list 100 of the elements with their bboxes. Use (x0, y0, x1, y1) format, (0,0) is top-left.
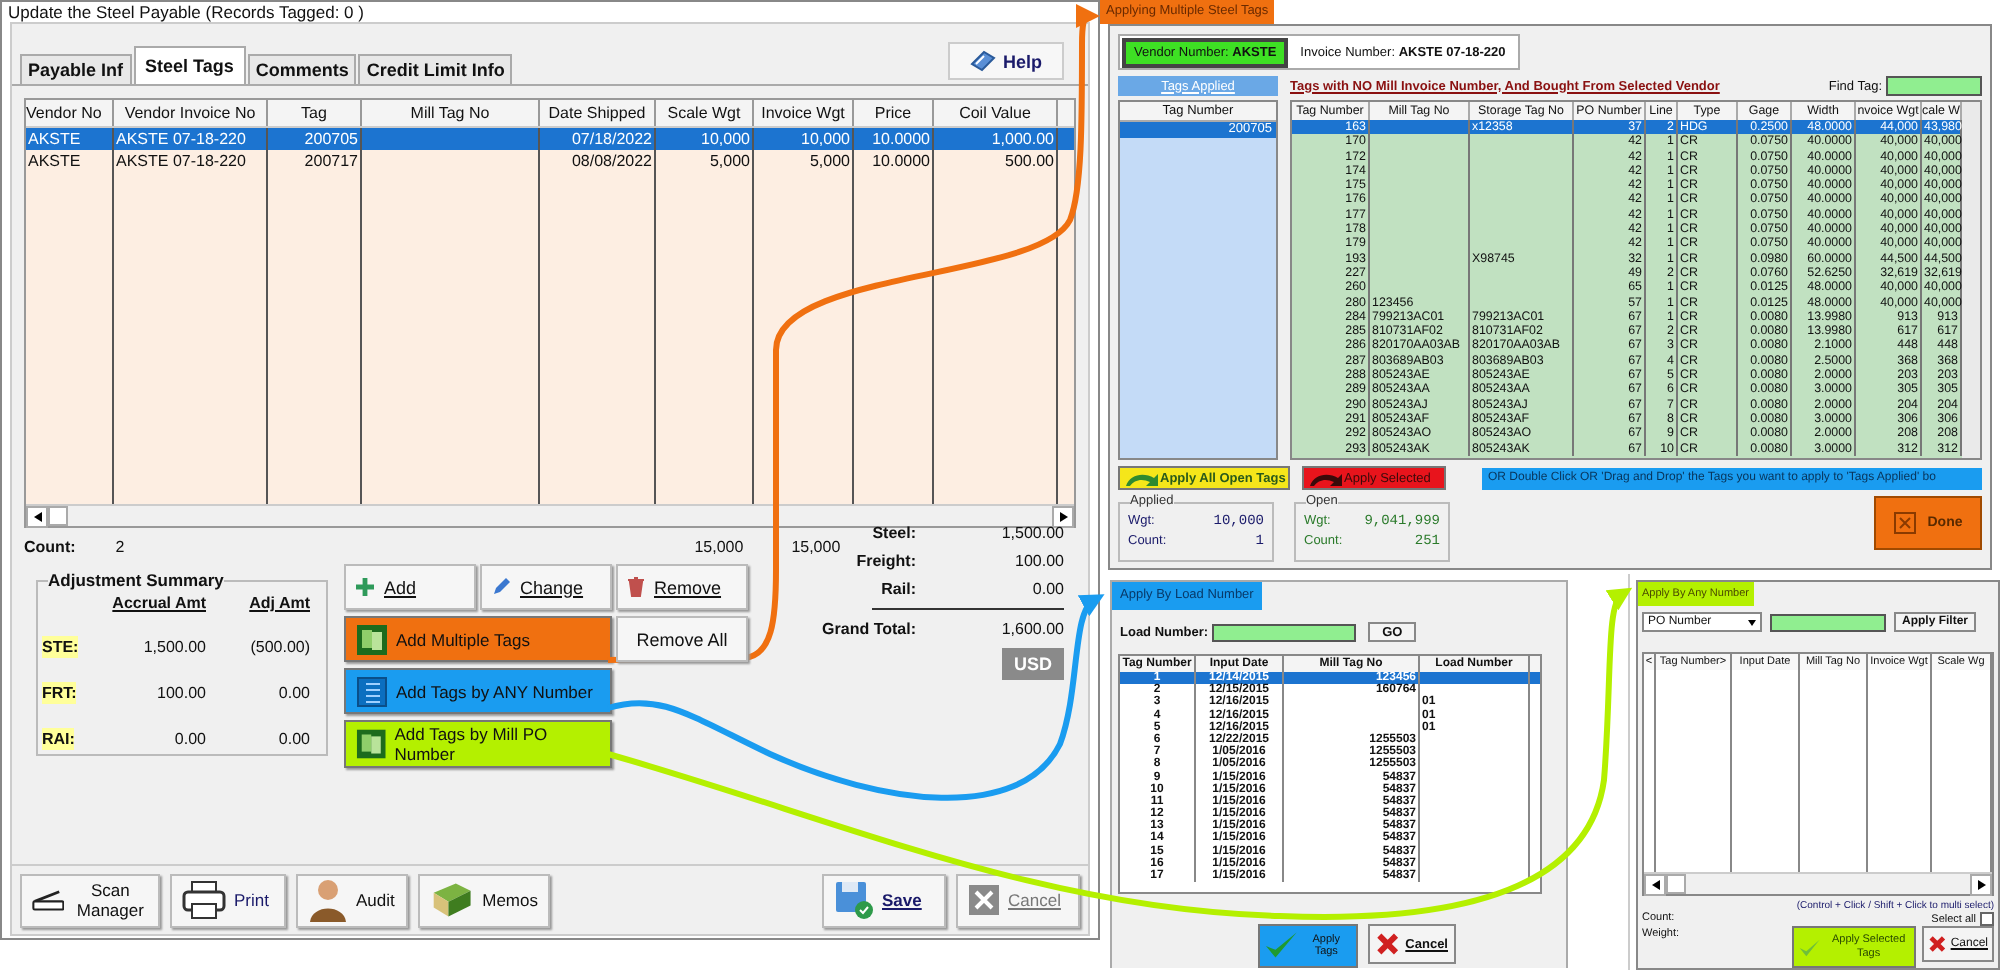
amount-text: 1,500.00 (141, 638, 206, 656)
total-label: Steel: (870, 524, 916, 542)
column-header[interactable]: Date Shipped (540, 100, 656, 126)
list-icon (356, 675, 388, 707)
grand-total-value: 1,600.00 (999, 620, 1064, 638)
left-triangle-icon (33, 511, 41, 521)
tab[interactable]: Payable Inf (20, 54, 132, 84)
plus-icon (354, 576, 376, 598)
load-number-field[interactable] (1212, 623, 1357, 641)
column-header[interactable]: Invoice Wgt (754, 100, 854, 126)
table-cell: 500.00 (1005, 152, 1054, 170)
vertical-scrollbar[interactable] (1962, 102, 1980, 458)
count-value: 2 (115, 537, 125, 555)
row-label: RAI: (42, 728, 75, 750)
any-number-button[interactable]: Add Tags by ANY Number (344, 668, 612, 714)
column-header[interactable]: Tag (268, 100, 362, 126)
scroll-right-button[interactable] (1970, 873, 1992, 895)
group-title: Adjustment Summary (48, 570, 224, 590)
left-triangle-icon (1651, 879, 1659, 889)
remove-button[interactable]: Remove (616, 564, 748, 610)
audit-button[interactable]: Audit (296, 873, 408, 927)
table-row[interactable]: AKSTE AKSTE 07-18-220 200705 07/18/2022 10,000 10,000 10.0000 1,000.00 (26, 128, 1074, 150)
column-header[interactable]: Mill Tag No (362, 100, 540, 126)
table-cell: AKSTE 07-18-220 (116, 130, 246, 148)
cancel-button[interactable]: Cancel (956, 873, 1080, 927)
amount-text: 0.00 (172, 730, 206, 748)
column-header[interactable]: Vendor Invoice No (114, 100, 268, 126)
column-header[interactable]: Coil Value (934, 100, 1058, 126)
table-cell: 5,000 (809, 152, 850, 170)
tab[interactable]: Steel Tags (133, 46, 246, 84)
grand-total-label: Grand Total: (820, 620, 916, 638)
table-cell: 10,000 (801, 130, 850, 148)
scale-total: 15,000 (694, 537, 744, 555)
scroll-left-button[interactable] (26, 505, 48, 527)
remove-all-button[interactable]: Remove All (616, 616, 748, 662)
invoice-total: 15,000 (791, 537, 841, 555)
horizontal-scrollbar[interactable] (1644, 872, 1992, 894)
window-title: Update the Steel Payable (Records Tagged: 0 ) (8, 2, 364, 22)
tab[interactable]: Comments (247, 54, 357, 84)
amount-text: 100.00 (155, 684, 206, 702)
horizontal-scrollbar[interactable] (26, 504, 1074, 526)
table-cell: AKSTE (28, 152, 81, 170)
tab[interactable]: Credit Limit Info (358, 54, 513, 84)
column-header[interactable]: Vendor No (26, 100, 114, 126)
help-button[interactable]: Help (948, 42, 1064, 80)
close-icon (1928, 932, 1947, 956)
close-icon (1376, 930, 1400, 958)
table-cell: 10,000 (701, 130, 750, 148)
table-cell: 10.0000 (872, 130, 930, 148)
scroll-right-button[interactable] (1052, 505, 1074, 527)
pencil-icon (490, 576, 512, 598)
total-value: 100.00 (1013, 552, 1064, 570)
mill-po-button[interactable]: Add Tags by Mill PO Number (344, 720, 612, 768)
dropdown-arrow-icon (1748, 619, 1756, 625)
table-row[interactable]: AKSTE AKSTE 07-18-220 200717 08/08/2022 5,000 5,000 10.0000 500.00 (26, 150, 1074, 172)
total-value: 1,500.00 (999, 524, 1064, 542)
column-header: Accrual Amt (110, 594, 206, 612)
filter-field[interactable] (1770, 613, 1886, 631)
person-icon (308, 878, 348, 922)
table-cell: 10.0000 (872, 152, 930, 170)
amount-text: (500.00) (248, 638, 310, 656)
amount-text: 0.00 (276, 684, 310, 702)
table-cell: 5,000 (709, 152, 750, 170)
select-all-checkbox[interactable] (1980, 912, 1994, 926)
total-label: Rail: (879, 580, 916, 598)
table-cell: 200717 (304, 152, 358, 170)
curved-arrow-icon (1124, 469, 1160, 487)
close-icon (1893, 512, 1916, 534)
total-value: 0.00 (1030, 580, 1064, 598)
find-tag-field[interactable] (1886, 76, 1982, 96)
scroll-thumb[interactable] (48, 506, 68, 526)
scroll-thumb[interactable] (1666, 874, 1686, 894)
total-label: Freight: (854, 552, 916, 570)
change-button[interactable]: Change (480, 564, 612, 610)
scan-button[interactable]: Scan Manager (20, 873, 160, 927)
memos-button[interactable]: Memos (418, 873, 550, 927)
row-label: FRT: (42, 682, 77, 704)
count-label: Count: (24, 537, 76, 555)
close-icon (968, 884, 1000, 916)
currency-badge: USD (1001, 648, 1064, 680)
right-triangle-icon (1977, 879, 1985, 889)
save-button[interactable]: Save (822, 873, 946, 927)
table-cell: AKSTE (28, 130, 81, 148)
table-cell: 07/18/2022 (571, 130, 652, 148)
scroll-left-button[interactable] (1644, 873, 1666, 895)
curved-arrow-icon (1308, 469, 1344, 487)
column-header[interactable]: Price (854, 100, 934, 126)
documents-icon (356, 623, 388, 655)
print-button[interactable]: Print (170, 873, 286, 927)
amount-text: 0.00 (276, 730, 310, 748)
table-cell: 1,000.00 (991, 130, 1054, 148)
add-button[interactable]: Add (344, 564, 476, 610)
column-header[interactable]: Scale Wgt (656, 100, 754, 126)
multiple-button[interactable]: Add Multiple Tags (344, 616, 612, 662)
right-triangle-icon (1059, 511, 1067, 521)
column-header: Adj Amt (247, 594, 310, 612)
table-cell: AKSTE 07-18-220 (116, 152, 246, 170)
row-label: STE: (42, 636, 79, 658)
floppy-disk-icon (834, 880, 874, 920)
printer-icon (182, 880, 226, 920)
